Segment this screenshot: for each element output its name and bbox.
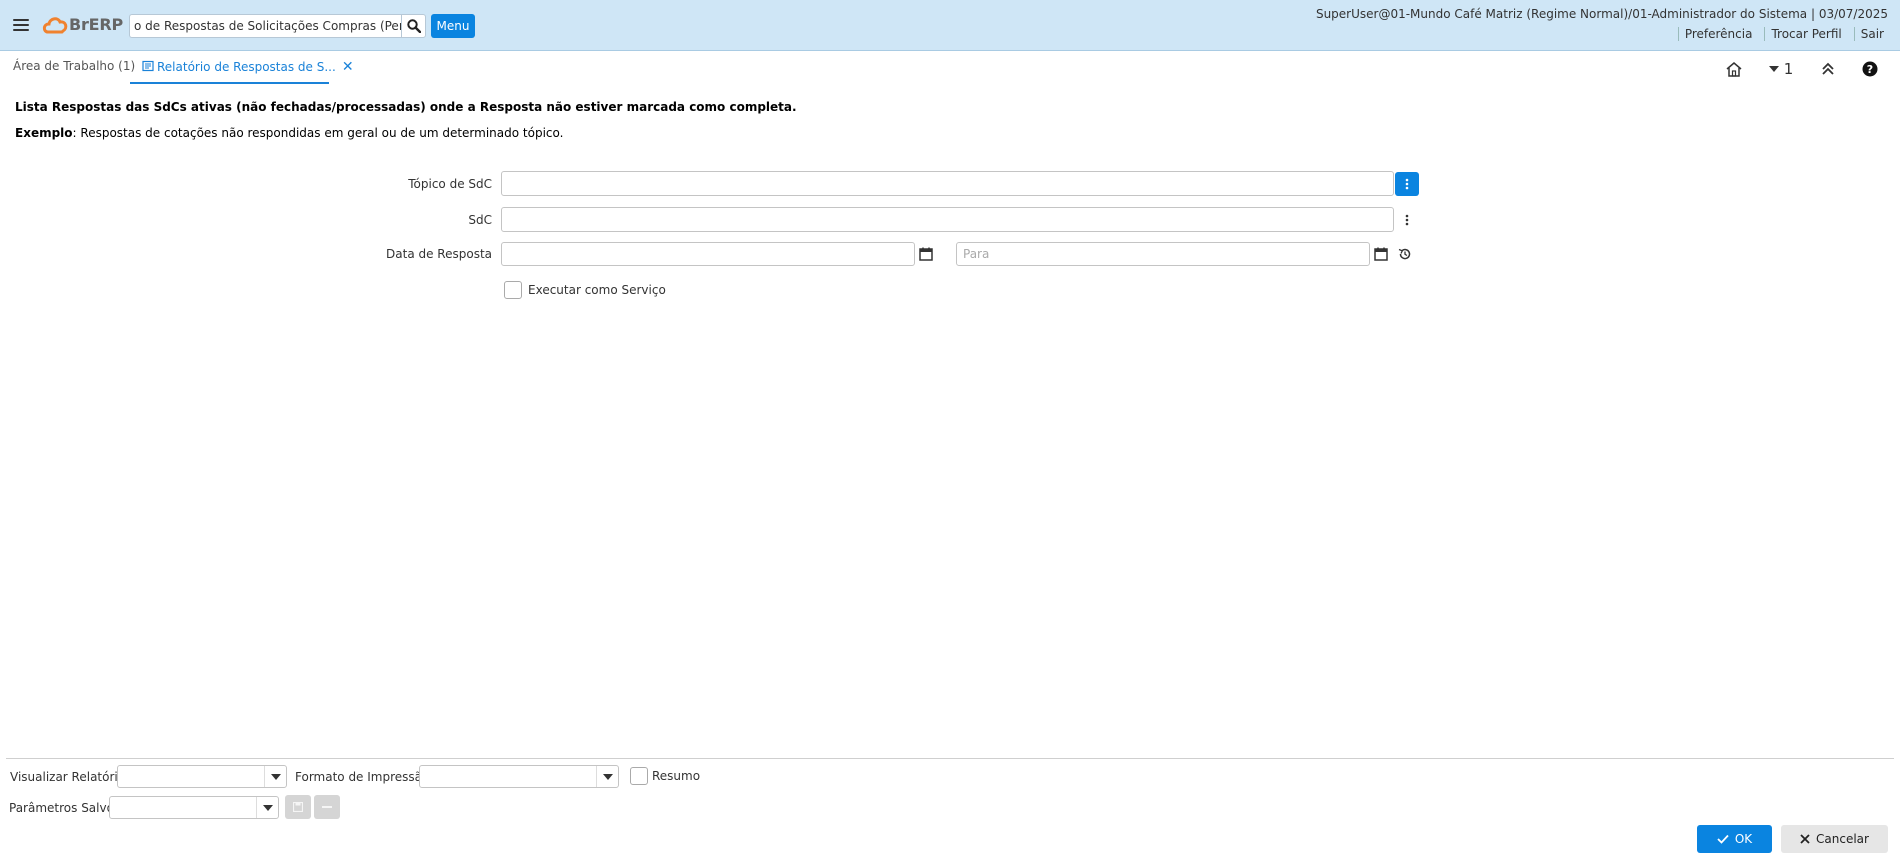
caret-down-icon[interactable] — [596, 766, 618, 787]
summary-label: Resumo — [652, 769, 701, 783]
svg-text:?: ? — [1867, 63, 1873, 76]
search-icon — [406, 19, 421, 33]
response-date-to[interactable]: Para — [956, 242, 1370, 266]
close-icon[interactable]: ✕ — [342, 59, 354, 75]
cancel-button[interactable]: Cancelar — [1781, 825, 1888, 853]
preferences-link[interactable]: Preferência — [1677, 27, 1759, 41]
collapse-icon[interactable] — [1818, 59, 1838, 79]
user-info: SuperUser@01-Mundo Café Matriz (Regime N… — [1315, 7, 1888, 21]
summary-checkbox[interactable] — [630, 767, 648, 785]
tab-report-label: Relatório de Respostas de S... — [157, 60, 336, 74]
tab-workspace[interactable]: Área de Trabalho (1) — [13, 59, 135, 73]
example-label: Exemplo — [15, 126, 73, 140]
saved-params-select[interactable] — [109, 796, 279, 819]
global-search-input[interactable]: o de Respostas de Solicitações Compras (… — [129, 14, 401, 38]
help-icon[interactable]: ? — [1860, 59, 1880, 79]
window-count: 1 — [1783, 60, 1794, 78]
topic-label: Tópico de SdC — [408, 177, 492, 191]
active-tab-indicator — [130, 82, 329, 84]
ok-button[interactable]: OK — [1697, 825, 1772, 853]
logout-link[interactable]: Sair — [1853, 27, 1890, 41]
minus-icon — [322, 806, 332, 808]
window-list-dropdown[interactable]: 1 — [1766, 59, 1796, 79]
brerp-logo: BrERP — [42, 12, 124, 38]
search-button[interactable] — [401, 14, 426, 38]
process-example: Exemplo: Respostas de cotações não respo… — [15, 126, 563, 140]
view-report-label: Visualizar Relatório — [10, 770, 126, 784]
run-as-service-label: Executar como Serviço — [528, 283, 666, 297]
hamburger-menu-icon[interactable] — [10, 16, 32, 36]
logo-text: BrERP — [69, 15, 124, 34]
history-icon[interactable] — [1395, 244, 1415, 264]
header-links: Preferência Trocar Perfil Sair — [1672, 27, 1890, 41]
response-date-label: Data de Resposta — [386, 247, 492, 261]
rfq-more-button[interactable] — [1395, 208, 1419, 232]
switch-role-link[interactable]: Trocar Perfil — [1764, 27, 1847, 41]
report-icon — [142, 60, 154, 72]
example-text: : Respostas de cotações não respondidas … — [72, 126, 564, 140]
caret-down-icon[interactable] — [256, 797, 278, 818]
window-toolbar: 1 ? — [1724, 59, 1880, 79]
ok-label: OK — [1734, 832, 1753, 846]
delete-params-button[interactable] — [314, 795, 340, 819]
rfq-label: SdC — [468, 213, 492, 227]
calendar-icon[interactable] — [916, 244, 936, 264]
more-vertical-icon — [1405, 178, 1409, 190]
run-as-service-checkbox[interactable] — [504, 281, 522, 299]
view-report-select[interactable] — [117, 765, 287, 788]
tab-report[interactable]: Relatório de Respostas de S... ✕ — [142, 59, 354, 75]
cancel-label: Cancelar — [1816, 832, 1869, 846]
topic-more-button[interactable] — [1395, 172, 1419, 196]
close-icon — [1800, 834, 1810, 844]
save-icon — [293, 802, 303, 812]
app-header: BrERP o de Respostas de Solicitações Com… — [0, 0, 1900, 51]
menu-button[interactable]: Menu — [431, 14, 475, 38]
rfq-field[interactable] — [501, 207, 1394, 232]
calendar-icon[interactable] — [1371, 244, 1391, 264]
home-icon[interactable] — [1724, 59, 1744, 79]
print-format-label: Formato de Impressão — [295, 770, 430, 784]
caret-down-icon — [1768, 65, 1779, 72]
footer-divider — [6, 758, 1894, 759]
process-description: Lista Respostas das SdCs ativas (não fec… — [15, 100, 797, 114]
print-format-select[interactable] — [419, 765, 619, 788]
more-vertical-icon — [1405, 214, 1409, 226]
caret-down-icon[interactable] — [264, 766, 286, 787]
response-date-from[interactable] — [501, 242, 915, 266]
topic-field[interactable] — [501, 171, 1394, 196]
tab-bar: Área de Trabalho (1) Relatório de Respos… — [0, 51, 1900, 85]
saved-params-label: Parâmetros Salvos — [9, 801, 121, 815]
check-icon — [1717, 834, 1729, 844]
save-params-button[interactable] — [285, 795, 311, 819]
